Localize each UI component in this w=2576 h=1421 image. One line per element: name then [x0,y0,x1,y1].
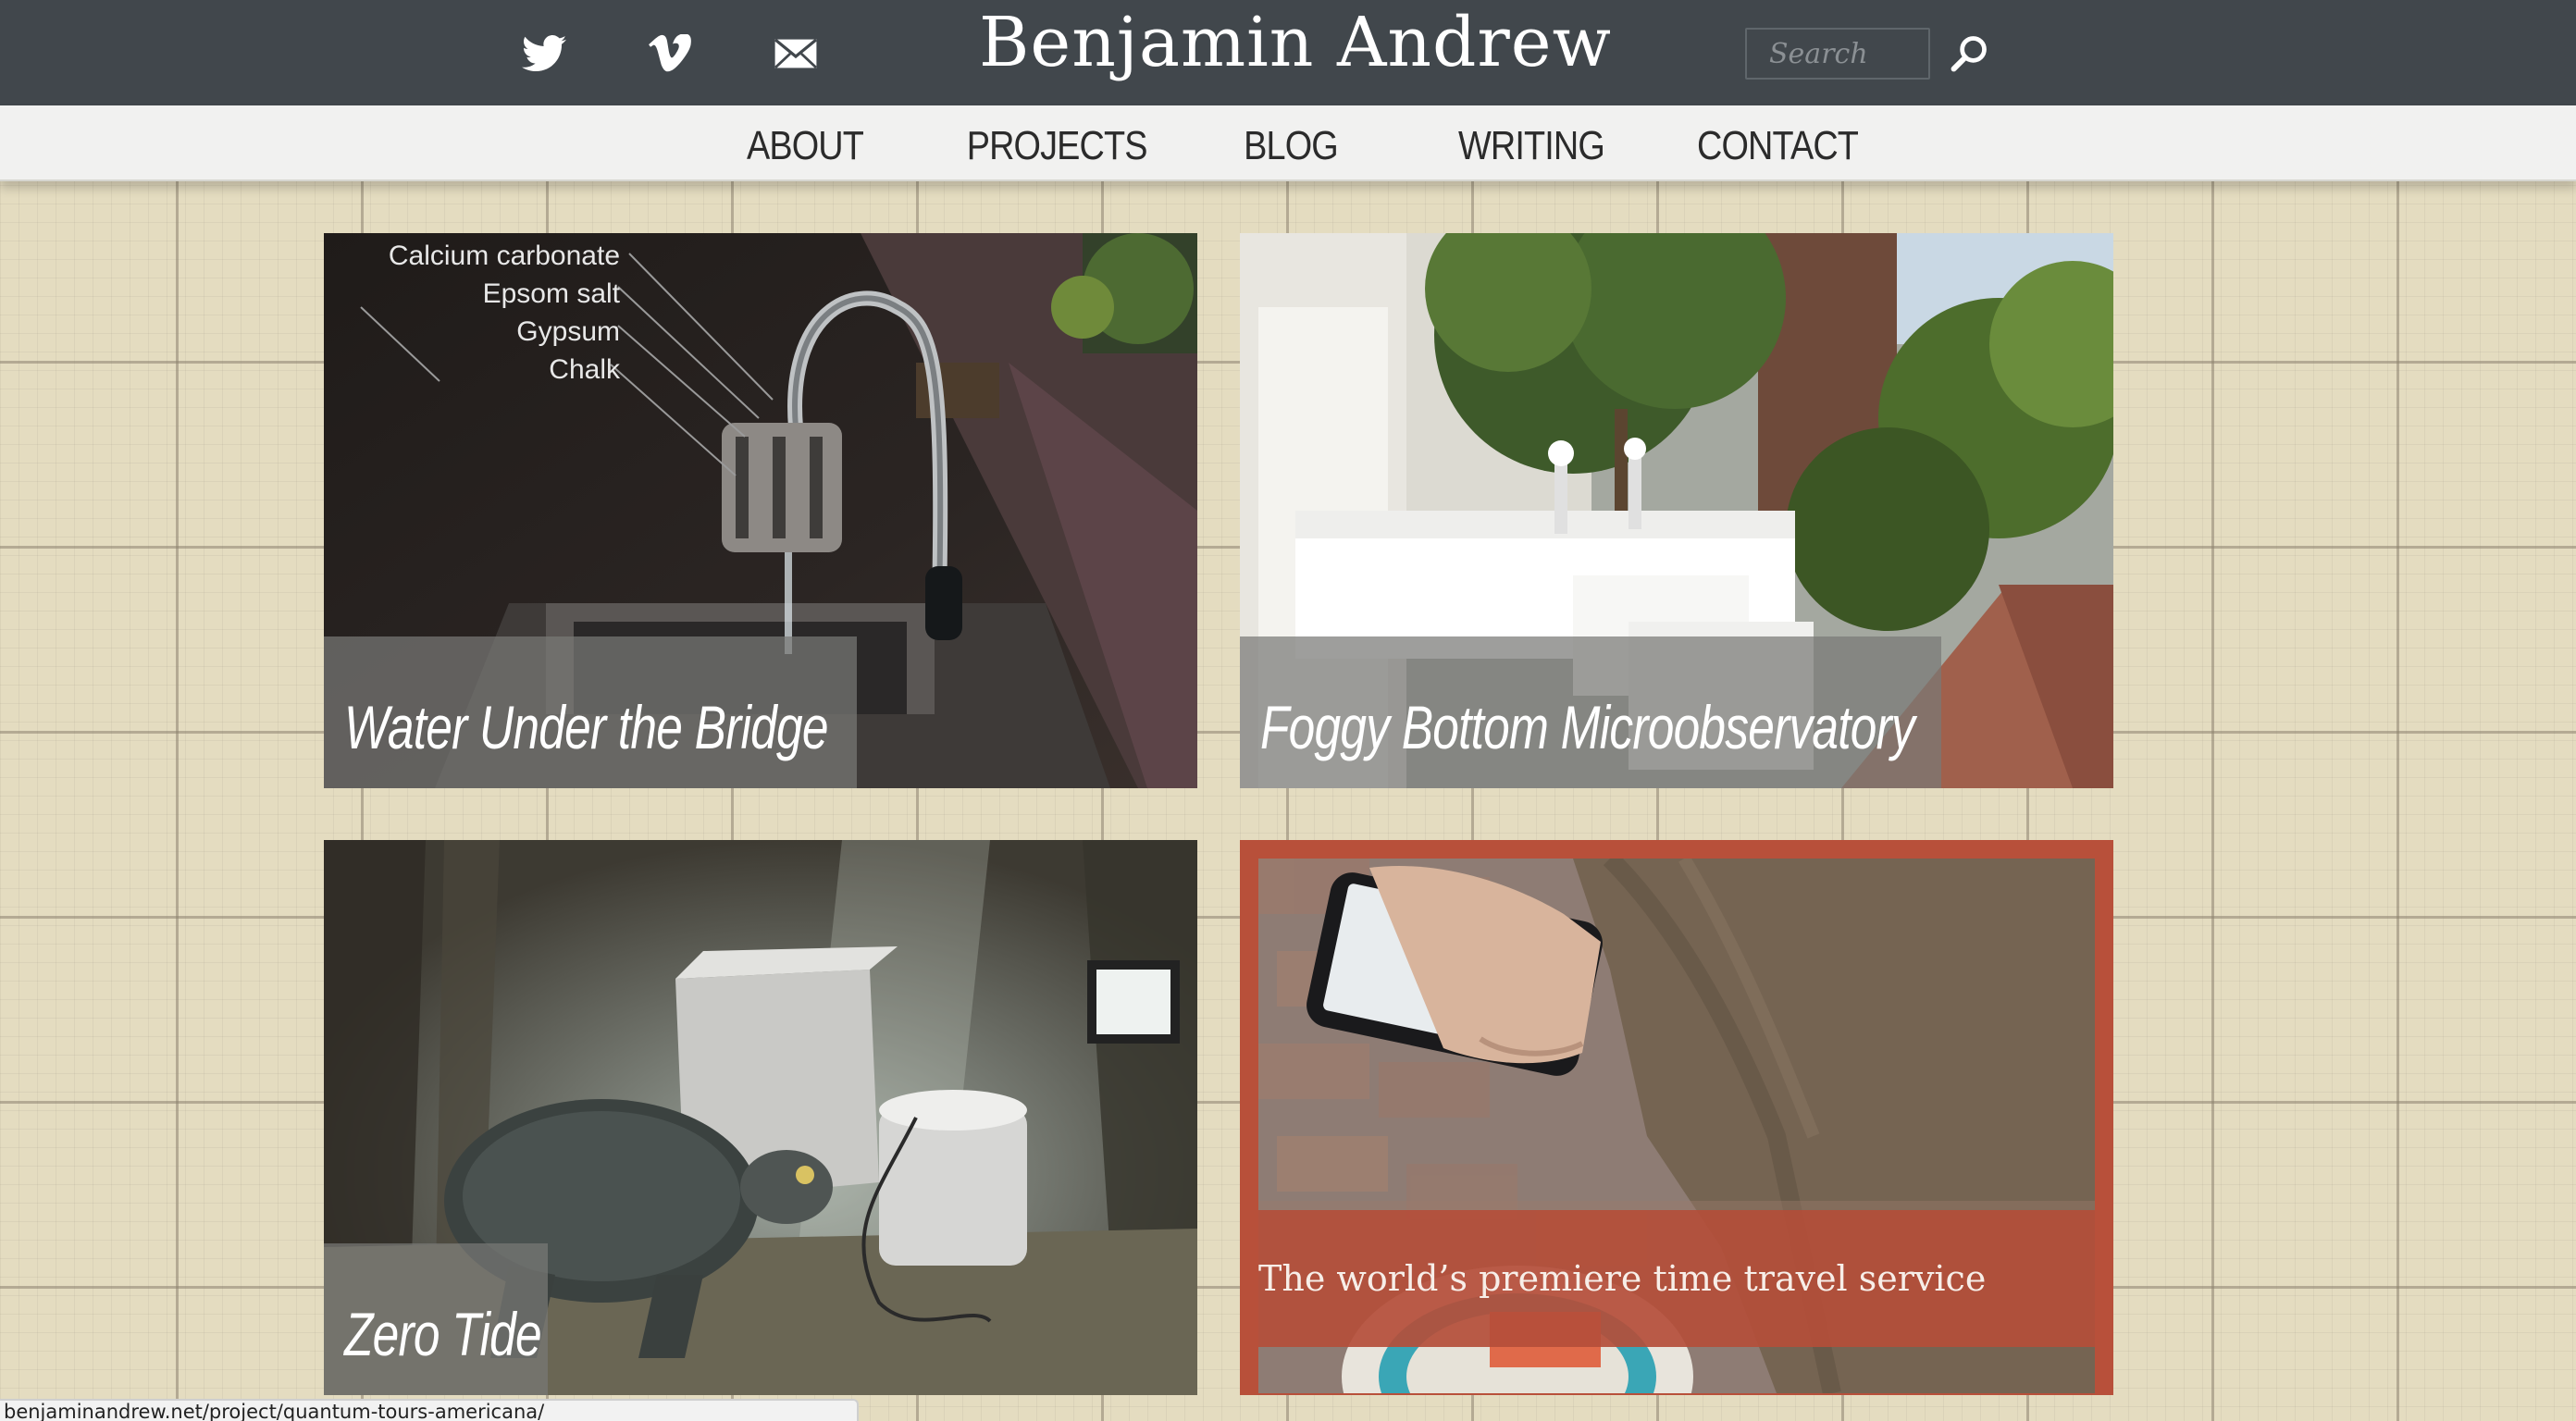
nav-about[interactable]: ABOUT [741,105,869,181]
site-title[interactable]: Benjamin Andrew [925,0,1666,89]
ingredient-annotations: Calcium carbonate Epsom salt Gypsum Chal… [342,237,620,389]
twitter-icon[interactable] [516,28,572,80]
annotation-label: Gypsum [516,316,620,347]
project-title: Foggy Bottom Microobservatory [1240,636,1941,788]
project-title: Zero Tide [324,1243,548,1395]
project-tile-water-under-the-bridge[interactable]: Calcium carbonate Epsom salt Gypsum Chal… [324,233,1197,788]
annotation-label: Chalk [549,354,620,385]
nav-blog[interactable]: BLOG [1239,105,1343,181]
vimeo-icon[interactable] [642,28,698,80]
mail-icon[interactable] [768,28,824,80]
main-nav: ABOUT PROJECTS BLOG WRITING CONTACT [0,105,2576,181]
nav-writing[interactable]: WRITING [1455,105,1606,181]
annotation-label: Calcium carbonate [388,241,620,271]
nav-contact[interactable]: CONTACT [1697,105,1859,181]
project-tile-foggy-bottom[interactable]: Foggy Bottom Microobservatory [1240,233,2113,788]
project-title: Water Under the Bridge [324,636,857,788]
search-icon[interactable] [1943,28,1995,80]
status-bar-url: benjaminandrew.net/project/quantum-tours… [0,1399,859,1421]
project-tagline: The world’s premiere time travel service [1258,1210,2095,1347]
search-input[interactable] [1745,28,1930,80]
feature-image-frame: The world’s premiere time travel service [1258,859,2095,1393]
annotation-label: Epsom salt [482,278,620,309]
project-tile-zero-tide[interactable]: Zero Tide [324,840,1197,1395]
top-bar: Benjamin Andrew [0,0,2576,105]
project-tile-quantum-tours[interactable]: The world’s premiere time travel service [1240,840,2113,1395]
nav-projects[interactable]: PROJECTS [967,105,1148,181]
